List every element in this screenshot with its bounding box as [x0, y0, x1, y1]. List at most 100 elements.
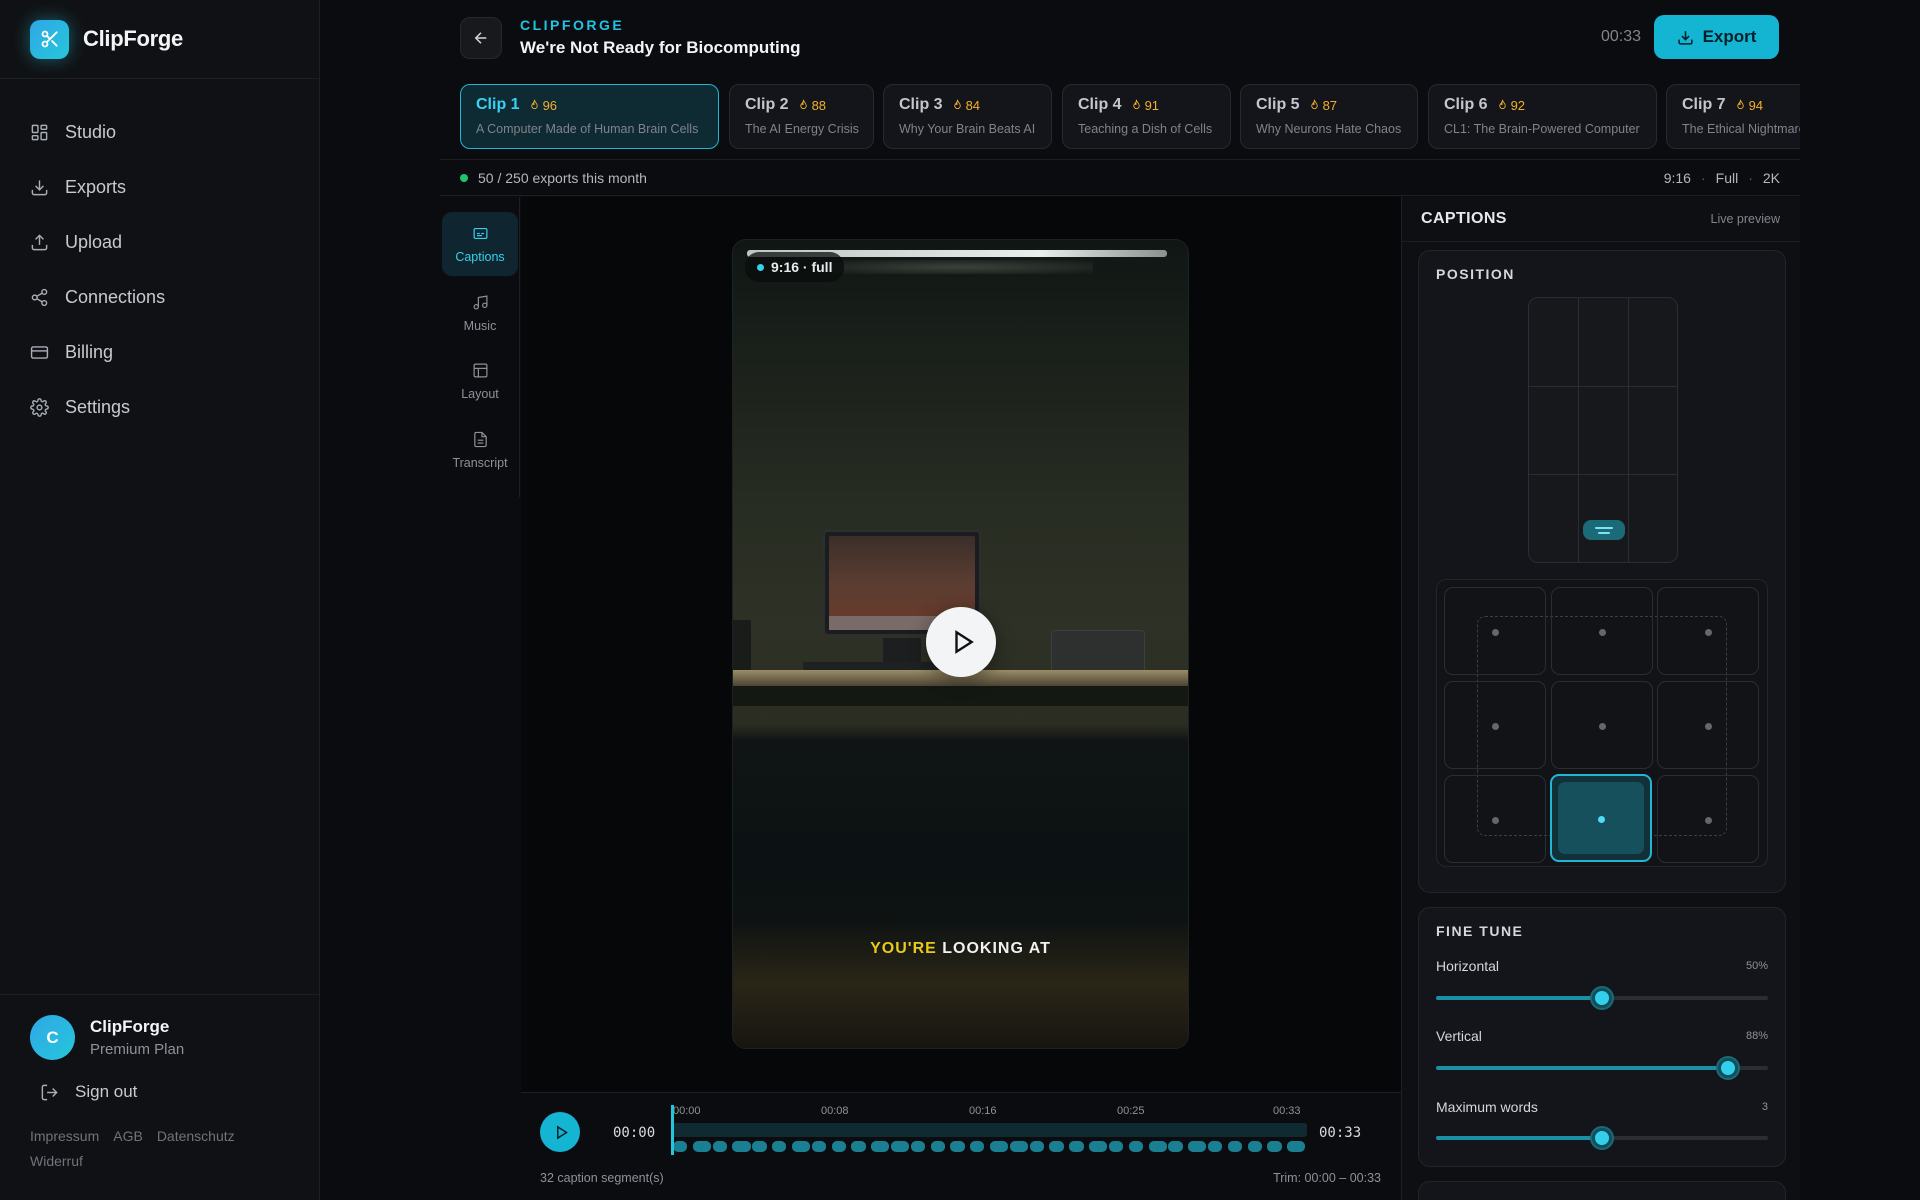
caption-segment[interactable]	[1049, 1141, 1064, 1152]
caption-segment[interactable]	[1227, 1141, 1242, 1152]
video-preview[interactable]: 9:16 · full YOU'RE LOOKING AT	[732, 239, 1189, 1049]
export-button[interactable]: Export	[1654, 15, 1779, 59]
nav-item-exports[interactable]: Exports	[0, 160, 319, 215]
position-bottom-center[interactable]	[1550, 774, 1652, 862]
rail-label: Layout	[461, 386, 499, 401]
caption-segment[interactable]	[1089, 1141, 1108, 1152]
caption-segment[interactable]	[1069, 1141, 1084, 1152]
caption-segment[interactable]	[1108, 1141, 1124, 1152]
next-card	[1418, 1181, 1786, 1200]
caption-segment[interactable]	[1168, 1141, 1183, 1152]
caption-segment[interactable]	[791, 1141, 811, 1152]
clip-tab-6[interactable]: Clip 6 92 CL1: The Brain-Powered Computer	[1428, 84, 1657, 149]
back-button[interactable]	[460, 17, 502, 59]
play-button[interactable]	[926, 607, 996, 677]
download-icon	[1677, 30, 1693, 45]
horizontal-slider[interactable]	[1436, 986, 1768, 1010]
caption-segment[interactable]	[1009, 1141, 1029, 1152]
caption-segment[interactable]	[831, 1141, 846, 1152]
clip-tab-4[interactable]: Clip 4 91 Teaching a Dish of Cells	[1062, 84, 1231, 149]
caption-segment[interactable]	[1287, 1141, 1306, 1152]
caption-segment[interactable]	[712, 1141, 727, 1152]
playhead[interactable]	[671, 1105, 674, 1155]
caption-segment[interactable]	[1128, 1141, 1143, 1152]
nav-item-studio[interactable]: Studio	[0, 105, 319, 160]
grid-line	[1529, 474, 1677, 475]
nav-item-upload[interactable]: Upload	[0, 215, 319, 270]
position-middle-center[interactable]	[1551, 681, 1653, 769]
flame-icon	[1498, 99, 1506, 110]
caption-segment[interactable]	[890, 1141, 910, 1152]
sign-out-button[interactable]: Sign out	[0, 1082, 319, 1102]
brand[interactable]: ClipForge	[0, 0, 319, 79]
caption-segment[interactable]	[970, 1141, 985, 1152]
clip-label: Clip 6	[1444, 96, 1488, 113]
vertical-slider[interactable]	[1436, 1056, 1768, 1080]
slider-thumb[interactable]	[1718, 1058, 1739, 1078]
clip-title: Why Neurons Hate Chaos	[1256, 122, 1402, 136]
caption-segment[interactable]	[1148, 1141, 1167, 1152]
clip-tab-3[interactable]: Clip 3 84 Why Your Brain Beats AI	[883, 84, 1052, 149]
position-middle-left[interactable]	[1444, 681, 1546, 769]
rail-tab-captions[interactable]: Captions	[442, 212, 518, 276]
caption-segment[interactable]	[811, 1141, 826, 1152]
caption-segment[interactable]	[752, 1141, 767, 1152]
position-top-left[interactable]	[1444, 587, 1546, 675]
position-bottom-left[interactable]	[1444, 775, 1546, 863]
position-bottom-right[interactable]	[1657, 775, 1759, 863]
segment-count: 32 caption segment(s)	[540, 1171, 664, 1185]
clip-score-value: 94	[1748, 97, 1764, 113]
live-dot-icon	[757, 263, 764, 271]
caption-segment[interactable]	[772, 1141, 787, 1152]
user-profile[interactable]: C ClipForge Premium Plan	[0, 995, 319, 1060]
nav-item-billing[interactable]: Billing	[0, 325, 319, 380]
timeline-track[interactable]: 00:00 00:08 00:16 00:25 00:33	[671, 1105, 1307, 1155]
caption-segment[interactable]	[910, 1141, 925, 1152]
nav-label: Studio	[65, 122, 117, 142]
caption-segment[interactable]	[950, 1141, 965, 1152]
clip-score: 92	[1497, 98, 1525, 113]
clip-tab-1[interactable]: Clip 1 96 A Computer Made of Human Brain …	[460, 84, 719, 149]
caption-segment[interactable]	[673, 1141, 688, 1152]
position-middle-right[interactable]	[1657, 681, 1759, 769]
legal-link-impressum[interactable]: Impressum	[30, 1128, 99, 1144]
status-dot-icon	[460, 174, 468, 182]
caption-segment[interactable]	[1247, 1141, 1262, 1152]
timeline-play-button[interactable]	[540, 1112, 580, 1152]
slider-thumb[interactable]	[1592, 988, 1612, 1008]
caption-segment[interactable]	[692, 1141, 712, 1152]
nav-item-connections[interactable]: Connections	[0, 270, 319, 325]
caption-highlight-word: YOU'RE	[870, 940, 937, 957]
legal-link-datenschutz[interactable]: Datenschutz	[157, 1128, 235, 1144]
position-top-right[interactable]	[1657, 587, 1759, 675]
caption-segment[interactable]	[851, 1141, 866, 1152]
caption-segment[interactable]	[1207, 1141, 1223, 1152]
legal-link-agb[interactable]: AGB	[113, 1128, 143, 1144]
clip-tab-5[interactable]: Clip 5 87 Why Neurons Hate Chaos	[1240, 84, 1418, 149]
position-title: POSITION	[1436, 266, 1515, 282]
caption-segment[interactable]	[732, 1141, 751, 1152]
flame-icon	[1310, 99, 1318, 110]
clip-tab-7[interactable]: Clip 7 94 The Ethical Nightmare	[1666, 84, 1800, 149]
nav-item-settings[interactable]: Settings	[0, 380, 319, 435]
max-words-slider[interactable]	[1436, 1126, 1768, 1150]
caption-segment[interactable]	[1029, 1141, 1044, 1152]
scissors-icon	[30, 19, 69, 59]
caption-segment[interactable]	[871, 1141, 890, 1152]
rail-tab-layout[interactable]: Layout	[442, 349, 518, 413]
caption-segment[interactable]	[930, 1141, 945, 1152]
slider-fill	[1436, 1066, 1729, 1070]
clip-tab-2[interactable]: Clip 2 88 The AI Energy Crisis	[729, 84, 874, 149]
caption-segment[interactable]	[1188, 1141, 1207, 1152]
caption-segment[interactable]	[990, 1141, 1009, 1152]
rail-tab-music[interactable]: Music	[442, 281, 518, 345]
status-bar: 50 / 250 exports this month 9:16 · Full …	[440, 160, 1800, 196]
caption-segment[interactable]	[1267, 1141, 1282, 1152]
slider-thumb[interactable]	[1592, 1128, 1612, 1148]
clip-title: A Computer Made of Human Brain Cells	[476, 122, 699, 136]
caption-segments	[673, 1141, 1307, 1152]
position-top-center[interactable]	[1551, 587, 1653, 675]
rail-tab-transcript[interactable]: Transcript	[442, 418, 518, 482]
play-icon	[955, 630, 974, 654]
legal-link-widerruf[interactable]: Widerruf	[30, 1153, 83, 1169]
